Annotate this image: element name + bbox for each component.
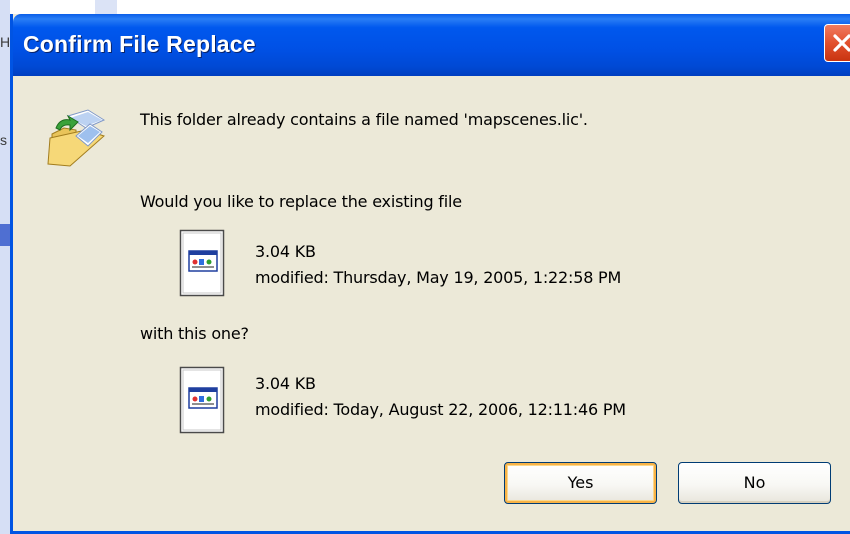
dialog-title: Confirm File Replace xyxy=(23,31,256,57)
new-file-icon xyxy=(179,366,225,438)
replace-message: This folder already contains a file name… xyxy=(140,110,588,129)
background-window-edge xyxy=(0,0,10,534)
background-window-accent xyxy=(0,224,10,246)
replace-question: Would you like to replace the existing f… xyxy=(140,192,462,211)
existing-file-modified: modified: Thursday, May 19, 2005, 1:22:5… xyxy=(255,268,622,287)
with-this-one-text: with this one? xyxy=(140,324,249,343)
confirm-file-replace-dialog: Confirm File Replace This folder already… xyxy=(10,14,850,534)
background-window-fragment xyxy=(95,0,117,14)
folder-replace-icon xyxy=(46,108,110,172)
dialog-content: This folder already contains a file name… xyxy=(13,76,850,531)
close-button[interactable] xyxy=(824,24,850,62)
existing-file-icon xyxy=(179,229,225,301)
background-text-fragment: s xyxy=(0,132,7,148)
background-text-fragment: H xyxy=(0,34,11,50)
yes-button[interactable]: Yes xyxy=(504,462,657,504)
new-file-size: 3.04 KB xyxy=(255,374,316,393)
no-button[interactable]: No xyxy=(678,462,831,504)
existing-file-size: 3.04 KB xyxy=(255,242,316,261)
close-icon xyxy=(833,34,850,52)
new-file-modified: modified: Today, August 22, 2006, 12:11:… xyxy=(255,400,626,419)
title-bar[interactable]: Confirm File Replace xyxy=(13,14,850,76)
